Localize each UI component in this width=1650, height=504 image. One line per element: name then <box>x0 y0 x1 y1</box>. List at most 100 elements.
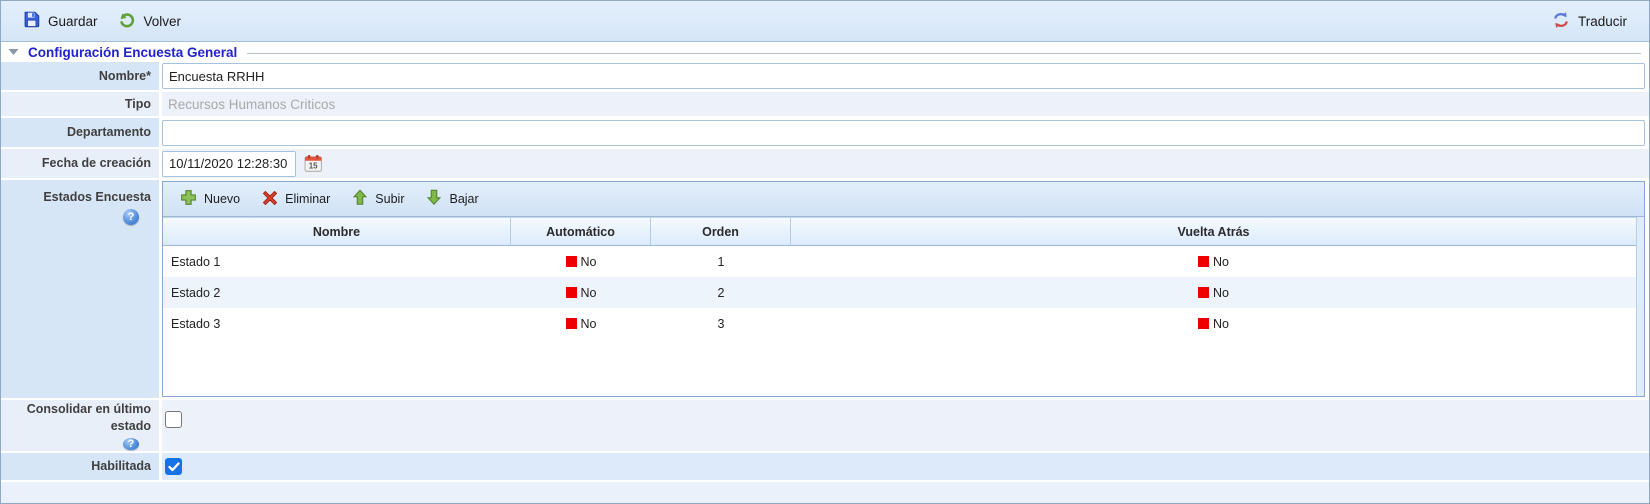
consolidar-label: Consolidar en último estado <box>5 401 151 434</box>
move-down-button[interactable]: Bajar <box>417 186 487 212</box>
habilitada-label: Habilitada <box>91 458 151 474</box>
section-header: Configuración Encuesta General <box>1 42 1649 62</box>
move-up-button[interactable]: Subir <box>343 186 413 212</box>
cell-orden: 2 <box>651 286 791 300</box>
cell-automatico-text: No <box>581 255 597 269</box>
departamento-content <box>162 118 1649 147</box>
cell-vuelta: No <box>791 317 1636 331</box>
field-row-consolidar: Consolidar en último estado ? <box>1 400 1649 453</box>
consolidar-content <box>162 400 1649 451</box>
column-header-automatico[interactable]: Automático <box>511 218 651 245</box>
red-x-icon <box>262 190 278 209</box>
fecha-label-cell: Fecha de creación <box>1 149 162 178</box>
arrow-down-icon <box>426 189 442 209</box>
next-row-partial <box>1 482 1649 504</box>
table-row[interactable]: Estado 3 No 3 No <box>163 308 1636 339</box>
habilitada-label-cell: Habilitada <box>1 453 162 480</box>
back-button[interactable]: Volver <box>108 7 192 36</box>
triangle-down-icon[interactable] <box>8 48 19 56</box>
consolidar-checkbox[interactable] <box>165 411 182 428</box>
tipo-value: Recursos Humanos Criticos <box>162 97 335 112</box>
cell-automatico-text: No <box>581 317 597 331</box>
move-up-label: Subir <box>375 192 404 206</box>
cell-automatico: No <box>511 317 651 331</box>
move-down-label: Bajar <box>449 192 478 206</box>
delete-state-label: Eliminar <box>285 192 330 206</box>
estados-grid-toolbar: Nuevo Eliminar <box>163 182 1644 217</box>
cell-automatico: No <box>511 255 651 269</box>
red-square-icon <box>566 318 577 329</box>
column-header-orden[interactable]: Orden <box>651 218 791 245</box>
delete-state-button[interactable]: Eliminar <box>253 187 339 212</box>
departamento-input[interactable] <box>162 120 1645 146</box>
tipo-label: Tipo <box>125 96 151 112</box>
field-row-habilitada: Habilitada <box>1 453 1649 482</box>
cell-automatico: No <box>511 286 651 300</box>
new-state-label: Nuevo <box>204 192 240 206</box>
help-icon[interactable]: ? <box>123 209 139 225</box>
fecha-content: 15 <box>162 149 1649 178</box>
estados-label-cell: Estados Encuesta ? <box>1 180 162 398</box>
field-row-departamento: Departamento <box>1 118 1649 149</box>
survey-config-page: Guardar Volver Traducir <box>0 0 1650 504</box>
cell-vuelta-text: No <box>1213 317 1229 331</box>
fecha-label: Fecha de creación <box>42 155 151 171</box>
nombre-input[interactable] <box>162 63 1645 89</box>
red-square-icon <box>1198 287 1209 298</box>
cell-vuelta-text: No <box>1213 255 1229 269</box>
translate-arrows-icon <box>1552 11 1570 32</box>
cell-orden: 1 <box>651 255 791 269</box>
cell-automatico-text: No <box>581 286 597 300</box>
table-row[interactable]: Estado 1 No 1 No <box>163 246 1636 277</box>
red-square-icon <box>1198 318 1209 329</box>
svg-text:15: 15 <box>308 162 317 171</box>
arrow-up-icon <box>352 189 368 209</box>
nombre-content <box>162 62 1649 90</box>
plus-icon <box>180 189 197 209</box>
departamento-label-cell: Departamento <box>1 118 162 147</box>
section-title: Configuración Encuesta General <box>28 45 237 60</box>
cell-vuelta: No <box>791 255 1636 269</box>
cell-nombre: Estado 1 <box>163 255 511 269</box>
top-toolbar: Guardar Volver Traducir <box>1 1 1649 42</box>
save-button-label: Guardar <box>48 14 98 29</box>
calendar-icon[interactable]: 15 <box>301 152 325 176</box>
tipo-label-cell: Tipo <box>1 92 162 116</box>
cell-nombre: Estado 3 <box>163 317 511 331</box>
habilitada-content <box>162 453 1649 480</box>
estados-content: Nuevo Eliminar <box>162 180 1649 398</box>
new-state-button[interactable]: Nuevo <box>171 186 249 212</box>
consolidar-label-cell: Consolidar en último estado ? <box>1 400 162 451</box>
field-row-tipo: Tipo Recursos Humanos Criticos <box>1 92 1649 118</box>
table-row[interactable]: Estado 2 No 2 No <box>163 277 1636 308</box>
nombre-label: Nombre* <box>99 68 151 84</box>
estados-label: Estados Encuesta <box>43 189 151 205</box>
estados-grid-body: Estado 1 No 1 No Es <box>163 246 1636 396</box>
red-square-icon <box>566 287 577 298</box>
estados-grid-inner: Nombre Automático Orden Vuelta Atrás Est… <box>163 217 1637 396</box>
translate-button[interactable]: Traducir <box>1542 7 1637 36</box>
cell-vuelta: No <box>791 286 1636 300</box>
legend-line <box>247 53 1641 54</box>
back-arrow-icon <box>118 11 136 32</box>
save-button[interactable]: Guardar <box>13 7 108 35</box>
estados-grid: Nuevo Eliminar <box>162 181 1645 397</box>
field-row-fecha: Fecha de creación 15 <box>1 149 1649 180</box>
tipo-content: Recursos Humanos Criticos <box>162 92 1649 116</box>
back-button-label: Volver <box>144 14 182 29</box>
red-square-icon <box>566 256 577 267</box>
floppy-disk-icon <box>23 11 40 31</box>
cell-nombre: Estado 2 <box>163 286 511 300</box>
cell-vuelta-text: No <box>1213 286 1229 300</box>
column-header-nombre[interactable]: Nombre <box>163 218 511 245</box>
field-row-nombre: Nombre* <box>1 62 1649 92</box>
translate-button-label: Traducir <box>1578 14 1627 29</box>
estados-grid-header: Nombre Automático Orden Vuelta Atrás <box>163 217 1636 246</box>
help-icon[interactable]: ? <box>123 438 139 450</box>
red-square-icon <box>1198 256 1209 267</box>
cell-orden: 3 <box>651 317 791 331</box>
habilitada-checkbox[interactable] <box>165 458 182 475</box>
column-header-vuelta-atras[interactable]: Vuelta Atrás <box>791 218 1636 245</box>
fecha-input[interactable] <box>162 151 296 177</box>
nombre-label-cell: Nombre* <box>1 62 162 90</box>
